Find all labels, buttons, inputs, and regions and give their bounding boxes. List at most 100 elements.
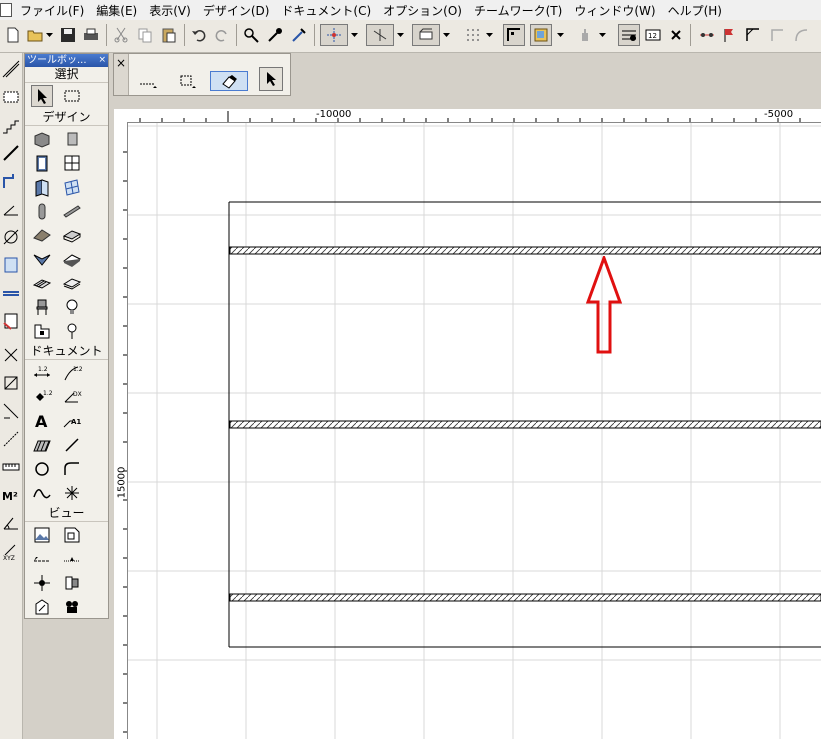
column-icon[interactable]: [31, 200, 53, 222]
vertical-ruler[interactable]: 15000: [114, 122, 128, 739]
trace-icon[interactable]: [696, 24, 718, 46]
menu-help[interactable]: ヘルプ(H): [662, 2, 728, 19]
gravity-icon[interactable]: [366, 24, 394, 46]
spline-icon[interactable]: [31, 482, 53, 504]
toolbox-title-bar[interactable]: ツールボッ... ×: [25, 54, 108, 67]
wall-icon[interactable]: [31, 128, 53, 150]
marquee-select-icon[interactable]: [61, 85, 83, 107]
menu-document[interactable]: ドキュメント(C): [275, 2, 377, 19]
snap-guide-icon[interactable]: [320, 24, 348, 46]
fill-icon[interactable]: [31, 434, 53, 456]
camera-icon[interactable]: [61, 596, 83, 618]
label-icon[interactable]: A1: [61, 410, 83, 432]
horizontal-ruler[interactable]: -10000 -5000: [114, 109, 821, 123]
pointer-icon[interactable]: [259, 67, 283, 91]
open-dropdown-icon[interactable]: [44, 24, 55, 46]
eraser-mode-icon[interactable]: [210, 71, 248, 91]
close-x-icon[interactable]: [665, 24, 687, 46]
ruler-icon[interactable]: [0, 455, 22, 479]
rectangle-select-icon[interactable]: [0, 85, 22, 109]
beam-icon[interactable]: [0, 281, 22, 305]
linear-dimension-icon[interactable]: 1.2: [31, 362, 53, 384]
hotspot-icon[interactable]: [61, 320, 83, 342]
undo-icon[interactable]: [188, 24, 210, 46]
3d-window-icon[interactable]: [530, 24, 552, 46]
save-icon[interactable]: [57, 24, 79, 46]
door-icon[interactable]: [31, 152, 53, 174]
arrow-select-icon[interactable]: [31, 85, 53, 107]
beam-tool-icon[interactable]: [61, 200, 83, 222]
radial-dim-icon[interactable]: [0, 399, 22, 423]
grid-icon[interactable]: [462, 24, 484, 46]
section-line-icon[interactable]: [31, 548, 53, 570]
curtain-grid-icon[interactable]: [61, 176, 83, 198]
detail-icon[interactable]: [61, 524, 83, 546]
flag-icon[interactable]: [718, 24, 740, 46]
trim-icon[interactable]: [0, 309, 22, 333]
lamp-icon[interactable]: [61, 296, 83, 318]
curtain-wall-icon[interactable]: [0, 253, 22, 277]
toolbox-close-icon[interactable]: ×: [98, 54, 106, 67]
snap-guide-dropdown-icon[interactable]: [349, 24, 360, 46]
favorites-icon[interactable]: [618, 24, 640, 46]
angle-icon[interactable]: [0, 197, 22, 221]
area-m2-icon[interactable]: M²: [0, 483, 22, 507]
open-icon[interactable]: [24, 24, 46, 46]
layer-combo-icon[interactable]: [412, 24, 440, 46]
zone-icon[interactable]: [31, 320, 53, 342]
column-block-icon[interactable]: [61, 128, 83, 150]
line-icon[interactable]: [0, 141, 22, 165]
shell-icon[interactable]: [31, 248, 53, 270]
circle-icon[interactable]: [31, 458, 53, 480]
window-icon[interactable]: [61, 152, 83, 174]
rectangle-method-icon[interactable]: [178, 72, 198, 90]
marquee-icon[interactable]: [742, 24, 764, 46]
redo-icon[interactable]: [211, 24, 233, 46]
menu-teamwork[interactable]: チームワーク(T): [468, 2, 568, 19]
wall-diagonal-icon[interactable]: [0, 57, 22, 81]
change-icon[interactable]: [31, 596, 53, 618]
stair-icon[interactable]: [0, 113, 22, 137]
grid-dropdown-icon[interactable]: [484, 24, 495, 46]
stair-tool-icon[interactable]: [31, 272, 53, 294]
diagonal-dim-icon[interactable]: [0, 427, 22, 451]
3d-dropdown-icon[interactable]: [555, 24, 566, 46]
cut-icon[interactable]: [110, 24, 132, 46]
menu-file[interactable]: ファイル(F): [14, 2, 90, 19]
object-chair-icon[interactable]: [31, 296, 53, 318]
menu-window[interactable]: ウィンドウ(W): [568, 2, 661, 19]
polyline-icon[interactable]: [0, 169, 22, 193]
line-tool-icon[interactable]: [61, 434, 83, 456]
arc-tool-icon[interactable]: [790, 24, 812, 46]
slab-icon[interactable]: [61, 224, 83, 246]
syringe-icon[interactable]: [288, 24, 310, 46]
print-icon[interactable]: [80, 24, 102, 46]
text-icon[interactable]: A: [31, 410, 53, 432]
elevation-dim-icon[interactable]: 1.2: [31, 386, 53, 408]
railing-icon[interactable]: [61, 272, 83, 294]
measure-icon[interactable]: [0, 371, 22, 395]
scissors-icon[interactable]: [0, 343, 22, 367]
menu-view[interactable]: 表示(V): [143, 2, 197, 19]
dimension-text-icon[interactable]: 12: [642, 24, 664, 46]
menu-edit[interactable]: 編集(E): [90, 2, 143, 19]
gravity-dropdown-icon[interactable]: [395, 24, 406, 46]
copy-icon[interactable]: [134, 24, 156, 46]
paste-icon[interactable]: [158, 24, 180, 46]
arc-icon[interactable]: [0, 225, 22, 249]
angle-dim-icon[interactable]: [0, 511, 22, 535]
info-box-close-icon[interactable]: ×: [116, 56, 126, 70]
geometry-method-icon[interactable]: [138, 72, 158, 90]
roof-icon[interactable]: [31, 224, 53, 246]
worksheet-icon[interactable]: [61, 572, 83, 594]
elevation-dropdown-icon[interactable]: [597, 24, 608, 46]
menu-options[interactable]: オプション(O): [377, 2, 468, 19]
picture-icon[interactable]: [31, 524, 53, 546]
find-select-icon[interactable]: [240, 24, 262, 46]
elevation-line-icon[interactable]: [61, 548, 83, 570]
xyz-coordinate-icon[interactable]: XYZ: [0, 539, 22, 563]
drawing-canvas[interactable]: [128, 123, 821, 739]
eyedropper-icon[interactable]: [264, 24, 286, 46]
level-dimension-icon[interactable]: 1.2: [61, 362, 83, 384]
corner-window-icon[interactable]: [31, 176, 53, 198]
